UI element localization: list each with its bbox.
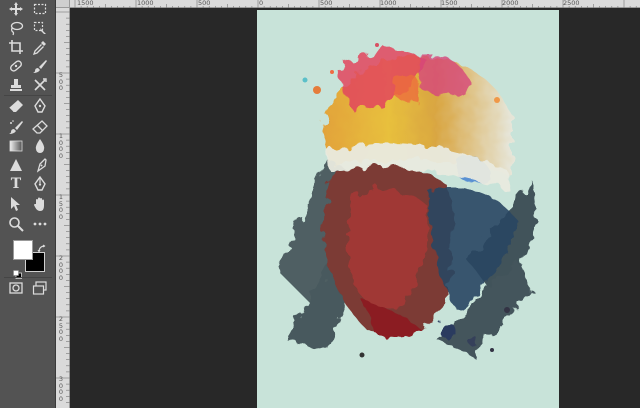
document-canvas[interactable] <box>70 8 640 408</box>
default-colors-icon[interactable] <box>13 264 22 279</box>
ruler-tick-label: 1500 <box>77 0 94 7</box>
eraser-tool-icon[interactable] <box>6 97 26 115</box>
brush-tool-icon[interactable] <box>30 57 50 75</box>
ruler-tick-label: 2500 <box>58 315 64 343</box>
swap-colors-icon[interactable] <box>37 239 47 253</box>
pen-tool-icon[interactable] <box>30 156 50 174</box>
ruler-tick-label: 1500 <box>441 0 458 7</box>
ruler-tick-label: 1000 <box>380 0 397 7</box>
history-brush-icon[interactable] <box>30 76 50 94</box>
blur-tool-icon[interactable] <box>30 137 50 155</box>
gradient-tool-icon[interactable] <box>6 137 26 155</box>
brush-tool-icon[interactable] <box>6 118 26 136</box>
pen-tool-icon[interactable] <box>30 97 50 115</box>
clone-stamp-tool-icon[interactable] <box>6 76 26 94</box>
move-tool-icon[interactable] <box>6 0 26 18</box>
tools-panel: T <box>0 0 56 408</box>
quick-selection-tool-icon[interactable] <box>30 19 50 37</box>
type-tool-glyph: T <box>10 176 22 192</box>
spot-healing-brush-icon[interactable] <box>6 57 26 75</box>
ruler-tick-label: 500 <box>320 0 333 7</box>
vertical-ruler[interactable]: 500 1000 1500 2000 2500 3000 <box>56 8 70 408</box>
ruler-tick-label: 1000 <box>58 132 64 160</box>
marquee-tool-icon[interactable] <box>30 0 50 18</box>
eyedropper-tool-icon[interactable] <box>30 38 50 56</box>
ruler-tick-label: 3000 <box>58 375 64 403</box>
ruler-tick-label: 500 <box>198 0 211 7</box>
path-selection-tool-icon[interactable] <box>6 195 26 213</box>
foreground-color-swatch[interactable] <box>13 240 33 260</box>
ruler-tick-label: 0 <box>259 0 264 7</box>
crop-tool-icon[interactable] <box>6 38 26 56</box>
ruler-tick-label: 2000 <box>502 0 519 7</box>
zoom-tool-icon[interactable] <box>6 215 26 233</box>
pen-tool-icon[interactable] <box>30 175 50 193</box>
lasso-tool-icon[interactable] <box>6 19 26 37</box>
hand-tool-icon[interactable] <box>30 195 50 213</box>
artboard[interactable] <box>257 10 559 408</box>
eraser-tool-icon[interactable] <box>30 118 50 136</box>
type-tool-icon[interactable]: T <box>6 175 26 193</box>
screen-mode-icon[interactable] <box>30 279 50 297</box>
ruler-origin[interactable] <box>56 0 70 8</box>
horizontal-ruler[interactable]: 1500 1000 500 0 500 1000 1500 2000 2500 <box>70 0 640 8</box>
ruler-tick-label: 2500 <box>563 0 580 7</box>
ruler-tick-label: 500 <box>58 71 64 92</box>
portrait-artwork <box>277 43 537 358</box>
ruler-tick-label: 1000 <box>137 0 154 7</box>
ruler-tick-label: 2000 <box>58 254 64 282</box>
edit-toolbar-icon[interactable] <box>30 215 50 233</box>
ruler-tick-label: 1500 <box>58 193 64 221</box>
dodge-tool-icon[interactable] <box>6 156 26 174</box>
quick-mask-icon[interactable] <box>6 279 26 297</box>
